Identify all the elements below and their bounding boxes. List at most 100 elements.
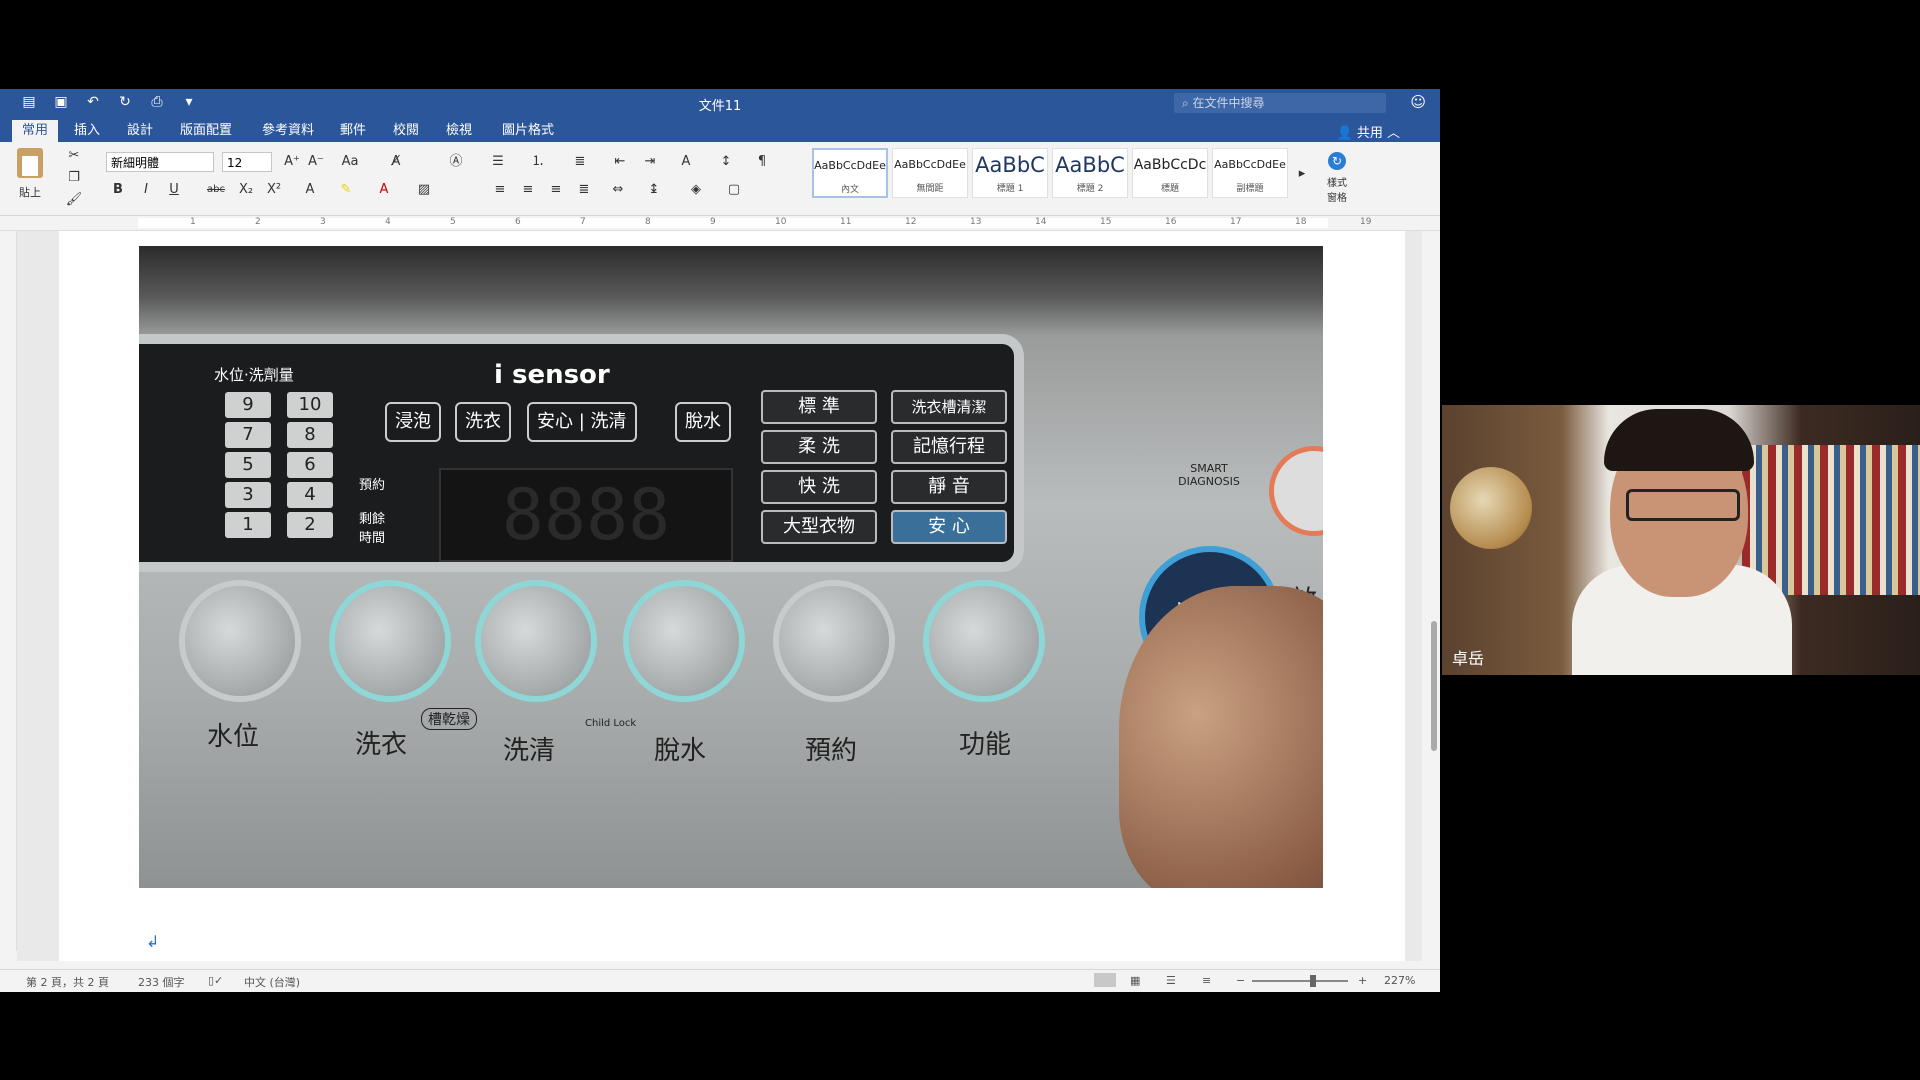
page-count[interactable]: 第 2 頁，共 2 頁: [26, 974, 109, 990]
knob-label: 水位: [207, 722, 260, 752]
ribbon-tabs: 常用 插入 設計 版面配置 參考資料 郵件 校閱 檢視 圖片格式 👤 共用 ︿: [0, 117, 1440, 142]
zoom-level[interactable]: 227%: [1384, 974, 1415, 987]
grow-font-icon[interactable]: A⁺: [282, 152, 302, 172]
show-marks-icon[interactable]: ¶: [752, 152, 772, 172]
word-count[interactable]: 233 個字: [138, 974, 185, 990]
align-center-icon[interactable]: ≡: [518, 180, 538, 200]
glasses: [1626, 489, 1740, 521]
search-box[interactable]: ⌕ 在文件中搜尋: [1174, 93, 1386, 113]
feedback-smiley-icon[interactable]: ☺: [1410, 93, 1426, 111]
language[interactable]: 中文 (台灣): [244, 974, 300, 990]
participant-video[interactable]: 卓岳: [1442, 405, 1920, 675]
proofing-icon[interactable]: ▯✓: [208, 974, 223, 987]
zoom-out-icon[interactable]: −: [1236, 974, 1245, 987]
paste-button[interactable]: 貼上: [10, 148, 50, 200]
share-label: 共用: [1356, 126, 1383, 141]
change-case-icon[interactable]: Aa: [340, 152, 360, 172]
web-layout-icon[interactable]: ▦: [1130, 974, 1140, 987]
tab-layout[interactable]: 版面配置: [170, 120, 242, 142]
tab-design[interactable]: 設計: [117, 120, 163, 142]
style-no-spacing[interactable]: AaBbCcDdEe 無間距: [892, 148, 968, 198]
print-layout-icon[interactable]: [1094, 973, 1116, 987]
distributed-icon[interactable]: ⇔: [608, 180, 628, 200]
draft-view-icon[interactable]: ≡: [1202, 974, 1211, 987]
share-button[interactable]: 👤 共用 ︿: [1337, 122, 1400, 141]
tab-references[interactable]: 參考資料: [252, 120, 324, 142]
vertical-scrollbar[interactable]: [1428, 231, 1440, 961]
tab-view[interactable]: 檢視: [436, 120, 482, 142]
style-heading-2[interactable]: AaBbC 標題 2: [1052, 148, 1128, 198]
shrink-font-icon[interactable]: A⁻: [306, 152, 326, 172]
underline-icon[interactable]: U: [164, 180, 184, 200]
ribbon-home: 貼上 ✂ ❐ 🖌 新細明體 12 A⁺ A⁻ Aa A̸ Ⓐ B I U abc…: [0, 142, 1440, 216]
style-title[interactable]: AaBbCcDc 標題: [1132, 148, 1208, 198]
shading-icon[interactable]: ◈: [686, 180, 706, 200]
tab-review[interactable]: 校閱: [383, 120, 429, 142]
superscript-icon[interactable]: X²: [264, 180, 284, 200]
multilevel-list-icon[interactable]: ≣: [570, 152, 590, 172]
justify-icon[interactable]: ≣: [574, 180, 594, 200]
copy-icon[interactable]: ❐: [64, 168, 84, 188]
text-effects-icon[interactable]: A: [300, 180, 320, 200]
styles-more-icon[interactable]: ▸: [1292, 164, 1312, 184]
tab-mailings[interactable]: 郵件: [330, 120, 376, 142]
inserted-photo[interactable]: 水位·洗劑量 i sensor 浸泡 洗衣 安心 | 洗清 脫水 9 10 7 …: [139, 246, 1323, 888]
title-bar: ▤ ▣ ↶ ↻ ⎙ ▾ 文件11 ⌕ 在文件中搜尋 ☺: [0, 89, 1440, 117]
ruler-number: 3: [320, 217, 326, 227]
horizontal-ruler[interactable]: 1 2 3 4 5 6 7 8 9 10 11 12 13 14 15 16 1…: [0, 216, 1440, 231]
ruler-number: 19: [1360, 217, 1372, 227]
zoom-slider[interactable]: [1252, 980, 1348, 982]
vertical-ruler[interactable]: [0, 231, 17, 951]
bold-icon[interactable]: B: [108, 180, 128, 200]
highlight-icon[interactable]: ✎: [336, 180, 356, 200]
finger: [1119, 586, 1323, 888]
sequence-spin: 脫水: [675, 402, 731, 442]
styles-pane-button[interactable]: ↻ 樣式 窗格: [1318, 152, 1356, 204]
clear-formatting-icon[interactable]: A̸: [386, 152, 406, 172]
text-box-icon[interactable]: Ⓐ: [446, 152, 466, 172]
style-heading-1[interactable]: AaBbC 標題 1: [972, 148, 1048, 198]
level-number: 5: [225, 452, 271, 478]
numbering-icon[interactable]: ⒈: [528, 152, 548, 172]
line-spacing-icon[interactable]: ↨: [644, 180, 664, 200]
ruler-number: 8: [645, 217, 651, 227]
outline-view-icon[interactable]: ☰: [1166, 974, 1176, 987]
scrollbar-thumb[interactable]: [1431, 621, 1437, 751]
font-size-select[interactable]: 12: [222, 152, 272, 172]
knob-label: 脫水: [654, 736, 707, 766]
style-name: 標題 1: [996, 184, 1024, 194]
participant-name: 卓岳: [1452, 649, 1485, 668]
style-name: 標題 2: [1076, 184, 1104, 194]
asian-layout-icon[interactable]: A: [676, 152, 696, 172]
program-memory: 記憶行程: [891, 430, 1007, 464]
borders-icon[interactable]: ▢: [724, 180, 744, 200]
style-normal[interactable]: AaBbCcDdEe 內文: [812, 148, 888, 198]
style-preview: AaBbCcDc: [1133, 157, 1207, 173]
style-subtitle[interactable]: AaBbCcDdEe 副標題: [1212, 148, 1288, 198]
cut-icon[interactable]: ✂: [64, 146, 84, 166]
subscript-icon[interactable]: X₂: [236, 180, 256, 200]
sort-icon[interactable]: ↕: [716, 152, 736, 172]
font-color-icon[interactable]: A: [374, 180, 394, 200]
align-right-icon[interactable]: ≡: [546, 180, 566, 200]
format-painter-icon[interactable]: 🖌: [64, 190, 84, 210]
decrease-indent-icon[interactable]: ⇤: [610, 152, 630, 172]
align-left-icon[interactable]: ≡: [490, 180, 510, 200]
font-name-select[interactable]: 新細明體: [106, 152, 214, 172]
zoom-slider-knob[interactable]: [1310, 975, 1316, 987]
italic-icon[interactable]: I: [136, 180, 156, 200]
bullets-icon[interactable]: ☰: [488, 152, 508, 172]
sequence-soak: 浸泡: [385, 402, 441, 442]
character-shading-icon[interactable]: ▨: [414, 180, 434, 200]
style-preview: AaBbC: [1055, 153, 1125, 177]
reserve-label: 預約: [359, 478, 386, 493]
tab-picture-format[interactable]: 圖片格式: [492, 120, 564, 142]
zoom-in-icon[interactable]: +: [1358, 974, 1367, 987]
tab-home[interactable]: 常用: [12, 120, 59, 142]
ruler-number: 2: [255, 217, 261, 227]
tub-dry-label: 槽乾燥: [421, 708, 477, 730]
strikethrough-icon[interactable]: abc: [206, 180, 226, 200]
style-name: 無間距: [916, 184, 944, 194]
tab-insert[interactable]: 插入: [64, 120, 110, 142]
increase-indent-icon[interactable]: ⇥: [640, 152, 660, 172]
